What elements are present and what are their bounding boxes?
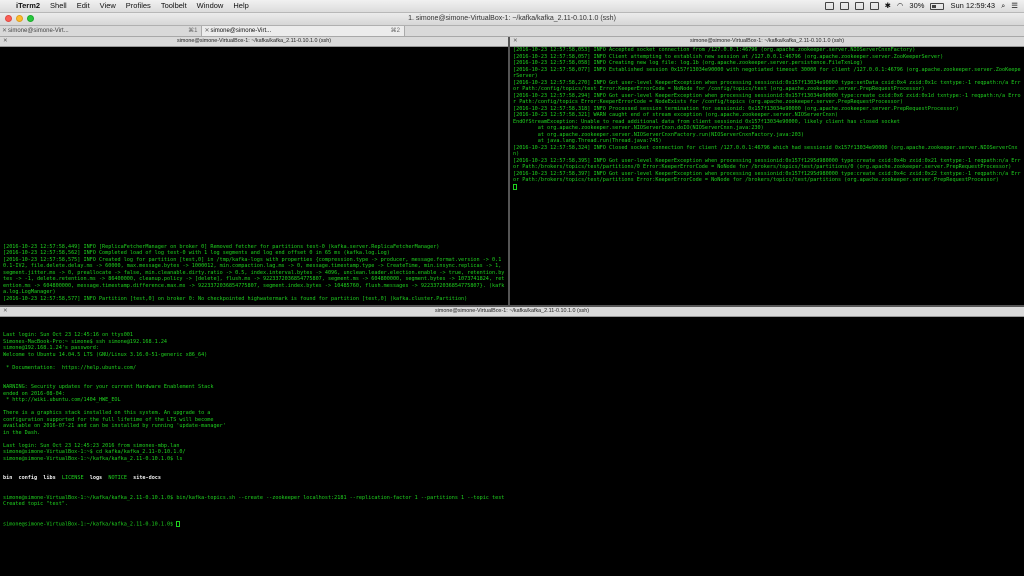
terminal-line: [2016-10-23 12:57:58,397] INFO Got user-… xyxy=(513,170,1021,184)
terminal-line: simone@simone-VirtualBox-1:~/kafka/kafka… xyxy=(3,455,183,462)
ls-file: NOTICE xyxy=(108,475,127,481)
menu-shell[interactable]: Shell xyxy=(50,0,67,12)
tab-close-icon[interactable]: ✕ xyxy=(204,26,209,36)
clock[interactable]: Sun 12:59:43 xyxy=(950,0,995,12)
terminal-output: Last login: Sun Oct 23 12:45:16 on ttys0… xyxy=(3,319,1021,541)
terminal-line: [2016-10-23 12:57:58,575] INFO Created l… xyxy=(3,256,505,296)
terminal-line: [2016-10-23 12:57:58,577] INFO Partition… xyxy=(3,295,468,302)
ls-output: bin config libs LICENSE logs NOTICE site… xyxy=(3,475,1021,482)
tab-bar-empty-space xyxy=(405,26,1024,36)
pane-title: simone@simone-VirtualBox-1: ~/kafka/kafk… xyxy=(176,38,332,44)
terminal-cursor-line xyxy=(513,183,1021,191)
tab-shortcut: ⌘2 xyxy=(390,28,400,34)
pane-title-bar: ✕ simone@simone-VirtualBox-1: ~/kafka/ka… xyxy=(510,37,1024,47)
terminal-line: Created topic "test". xyxy=(3,501,68,507)
pane-title-bar: ✕ simone@simone-VirtualBox-1: ~/kafka/ka… xyxy=(0,37,508,47)
status-app-icon-3[interactable] xyxy=(854,2,864,10)
tab-label: simone@simone-Virt... xyxy=(8,28,69,34)
ls-dir: bin xyxy=(3,475,13,481)
terminal-line: [2016-10-23 12:57:58,077] INFO Establish… xyxy=(513,66,1021,80)
terminal-pane-top-right[interactable]: ✕ simone@simone-VirtualBox-1: ~/kafka/ka… xyxy=(510,37,1024,305)
zoom-window-button[interactable] xyxy=(27,15,34,22)
terminal-prompt-line[interactable]: simone@simone-VirtualBox-1:~/kafka/kafka… xyxy=(3,520,1021,528)
terminal-line: [2016-10-23 12:57:58,294] INFO Got user-… xyxy=(513,92,1021,106)
pane-close-icon[interactable]: ✕ xyxy=(3,307,8,316)
menu-bar: iTerm2 Shell Edit View Profiles Toolbelt… xyxy=(0,0,1024,13)
tab-bar: ✕ simone@simone-Virt... ⌘1 ✕ simone@simo… xyxy=(0,26,1024,37)
shell-prompt: simone@simone-VirtualBox-1:~/kafka/kafka… xyxy=(3,521,177,527)
terminal-cursor xyxy=(176,520,181,527)
notification-center-icon[interactable]: ☰ xyxy=(1011,0,1018,12)
window-title-bar: 1. simone@simone-VirtualBox-1: ~/kafka/k… xyxy=(0,13,1024,26)
menu-window[interactable]: Window xyxy=(197,0,224,12)
ls-dir: logs xyxy=(89,475,103,481)
spotlight-search-icon[interactable]: ⌕ xyxy=(1001,0,1005,12)
menu-toolbelt[interactable]: Toolbelt xyxy=(161,0,187,12)
terminal-pane-bottom[interactable]: ✕ simone@simone-VirtualBox-1: ~/kafka/ka… xyxy=(0,307,1024,576)
terminal-line: [2016-10-23 12:57:58,270] INFO Got user-… xyxy=(513,79,1021,93)
ls-file: LICENSE xyxy=(61,475,84,481)
status-app-icon-1[interactable] xyxy=(824,2,834,10)
terminal-line: [2016-10-23 12:57:58,395] INFO Got user-… xyxy=(513,157,1021,171)
menu-view[interactable]: View xyxy=(100,0,116,12)
menu-help[interactable]: Help xyxy=(233,0,248,12)
close-window-button[interactable] xyxy=(5,15,12,22)
menu-profiles[interactable]: Profiles xyxy=(126,0,151,12)
pane-title: simone@simone-VirtualBox-1: ~/kafka/kafk… xyxy=(434,308,590,314)
menu-edit[interactable]: Edit xyxy=(77,0,90,12)
bluetooth-icon[interactable]: ✱ xyxy=(885,0,891,12)
ls-dir: libs xyxy=(43,475,56,481)
ls-dir: config xyxy=(18,475,38,481)
status-app-icon-4[interactable] xyxy=(869,2,879,10)
terminal-output: [2016-10-23 12:57:58,053] INFO Accepted … xyxy=(513,47,1021,191)
terminal-pane-top-left[interactable]: ✕ simone@simone-VirtualBox-1: ~/kafka/ka… xyxy=(0,37,508,305)
tab-label: simone@simone-Virt... xyxy=(210,28,272,34)
battery-icon[interactable] xyxy=(930,2,945,10)
terminal-output: [2016-10-23 12:57:58,449] INFO [ReplicaF… xyxy=(3,244,505,303)
battery-percent[interactable]: 30% xyxy=(909,0,924,12)
minimize-window-button[interactable] xyxy=(16,15,23,22)
ls-dir: site-docs xyxy=(133,475,161,481)
pane-close-icon[interactable]: ✕ xyxy=(3,37,8,46)
status-app-icon-2[interactable] xyxy=(839,2,849,10)
tab-1[interactable]: ✕ simone@simone-Virt... ⌘1 xyxy=(0,26,203,36)
pane-title-bar: ✕ simone@simone-VirtualBox-1: ~/kafka/ka… xyxy=(0,307,1024,317)
pane-close-icon[interactable]: ✕ xyxy=(513,37,518,46)
terminal-cursor xyxy=(513,183,517,190)
window-title: 1. simone@simone-VirtualBox-1: ~/kafka/k… xyxy=(408,15,616,22)
tab-shortcut: ⌘1 xyxy=(188,28,198,34)
app-menu[interactable]: iTerm2 xyxy=(16,0,40,12)
tab-close-icon[interactable]: ✕ xyxy=(2,26,7,36)
tab-2[interactable]: ✕ simone@simone-Virt... ⌘2 xyxy=(202,26,405,36)
wifi-icon[interactable]: ◠ xyxy=(897,0,904,12)
terminal-line: [2016-10-23 12:57:58,324] INFO Closed so… xyxy=(513,144,1018,158)
pane-title: simone@simone-VirtualBox-1: ~/kafka/kafk… xyxy=(689,38,845,44)
